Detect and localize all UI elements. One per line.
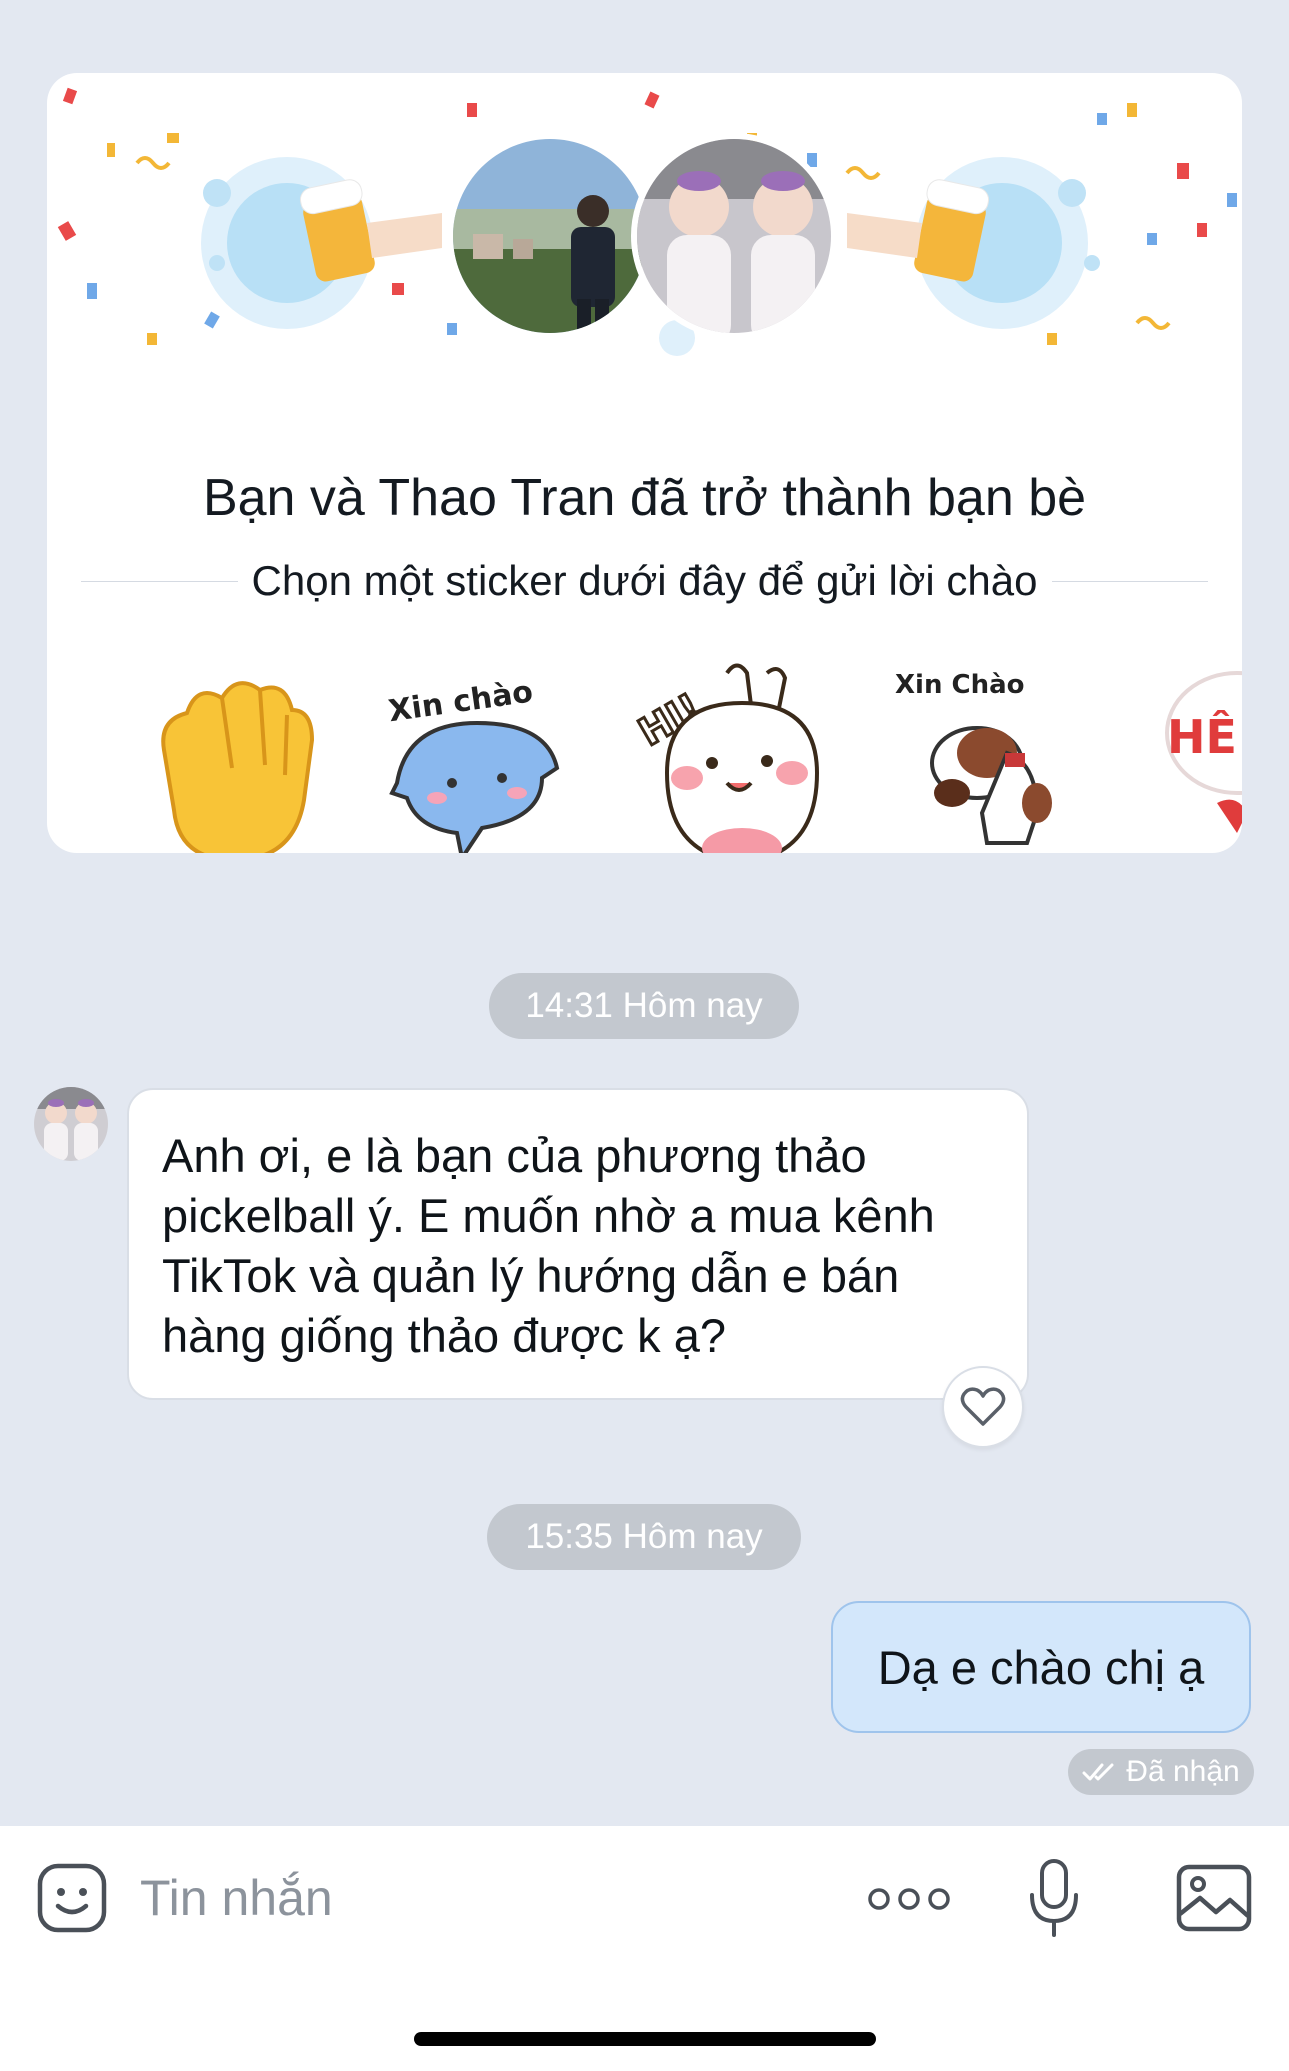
bunny-hi-sticker-icon: HI!: [630, 663, 820, 853]
bunny-hi-sticker[interactable]: HI!: [627, 653, 827, 853]
microphone-icon: [1030, 1859, 1078, 1937]
sender-avatar[interactable]: [34, 1087, 108, 1161]
sticker-text: Xin Chào: [895, 670, 1025, 700]
timestamp-badge: 14:31 Hôm nay: [489, 973, 799, 1039]
more-dots-icon: [868, 1888, 950, 1910]
more-options-button[interactable]: [864, 1872, 954, 1926]
home-indicator: [414, 2032, 876, 2046]
incoming-message-bubble[interactable]: Anh ơi, e là bạn của phương thảo pickelb…: [127, 1088, 1029, 1400]
partial-sticker-icon: HÊ: [1165, 671, 1242, 833]
dog-bow-sticker-icon: Xin Chào: [895, 670, 1052, 845]
waving-hand-sticker[interactable]: [127, 653, 327, 853]
xin-chao-cat-sticker[interactable]: Xin chào: [377, 653, 577, 853]
friend-card-subtitle: Chọn một sticker dưới đây để gửi lời chà…: [251, 557, 1038, 604]
double-check-icon: [1082, 1763, 1114, 1781]
image-icon: [1176, 1864, 1252, 1932]
message-input-bar: [0, 1826, 1289, 2071]
sticker-text: Xin chào: [386, 674, 535, 729]
voice-message-button[interactable]: [1026, 1856, 1082, 1942]
user-avatar[interactable]: [447, 133, 653, 339]
sticker-button[interactable]: [34, 1860, 110, 1936]
send-image-button[interactable]: [1176, 1862, 1252, 1934]
xin-chao-dog-sticker[interactable]: Xin Chào: [887, 653, 1087, 853]
delivery-status-text: Đã nhận: [1126, 1755, 1240, 1788]
timestamp-badge: 15:35 Hôm nay: [487, 1504, 801, 1570]
heart-icon: [960, 1387, 1006, 1426]
delivery-status-badge: Đã nhận: [1068, 1749, 1254, 1795]
smiley-sticker-icon: [37, 1863, 107, 1933]
message-input[interactable]: [140, 1856, 840, 1940]
sticker-text: HÊ: [1167, 710, 1237, 764]
waving-hand-icon: [161, 681, 315, 853]
divider: [1051, 580, 1209, 582]
friend-card-title: Bạn và Thao Tran đã trở thành bạn bè: [202, 469, 1087, 527]
outgoing-message-bubble[interactable]: Dạ e chào chị ạ: [831, 1601, 1251, 1733]
react-heart-button[interactable]: [942, 1366, 1024, 1448]
friend-added-card: Bạn và Thao Tran đã trở thành bạn bè Chọ…: [47, 73, 1242, 853]
partial-sticker[interactable]: HÊ: [1157, 653, 1242, 853]
friend-avatar[interactable]: [631, 133, 837, 339]
friend-card-subtitle-row: Chọn một sticker dưới đây để gửi lời chà…: [81, 551, 1209, 611]
divider: [81, 580, 238, 582]
blue-cat-sticker-icon: Xin chào: [386, 674, 560, 853]
